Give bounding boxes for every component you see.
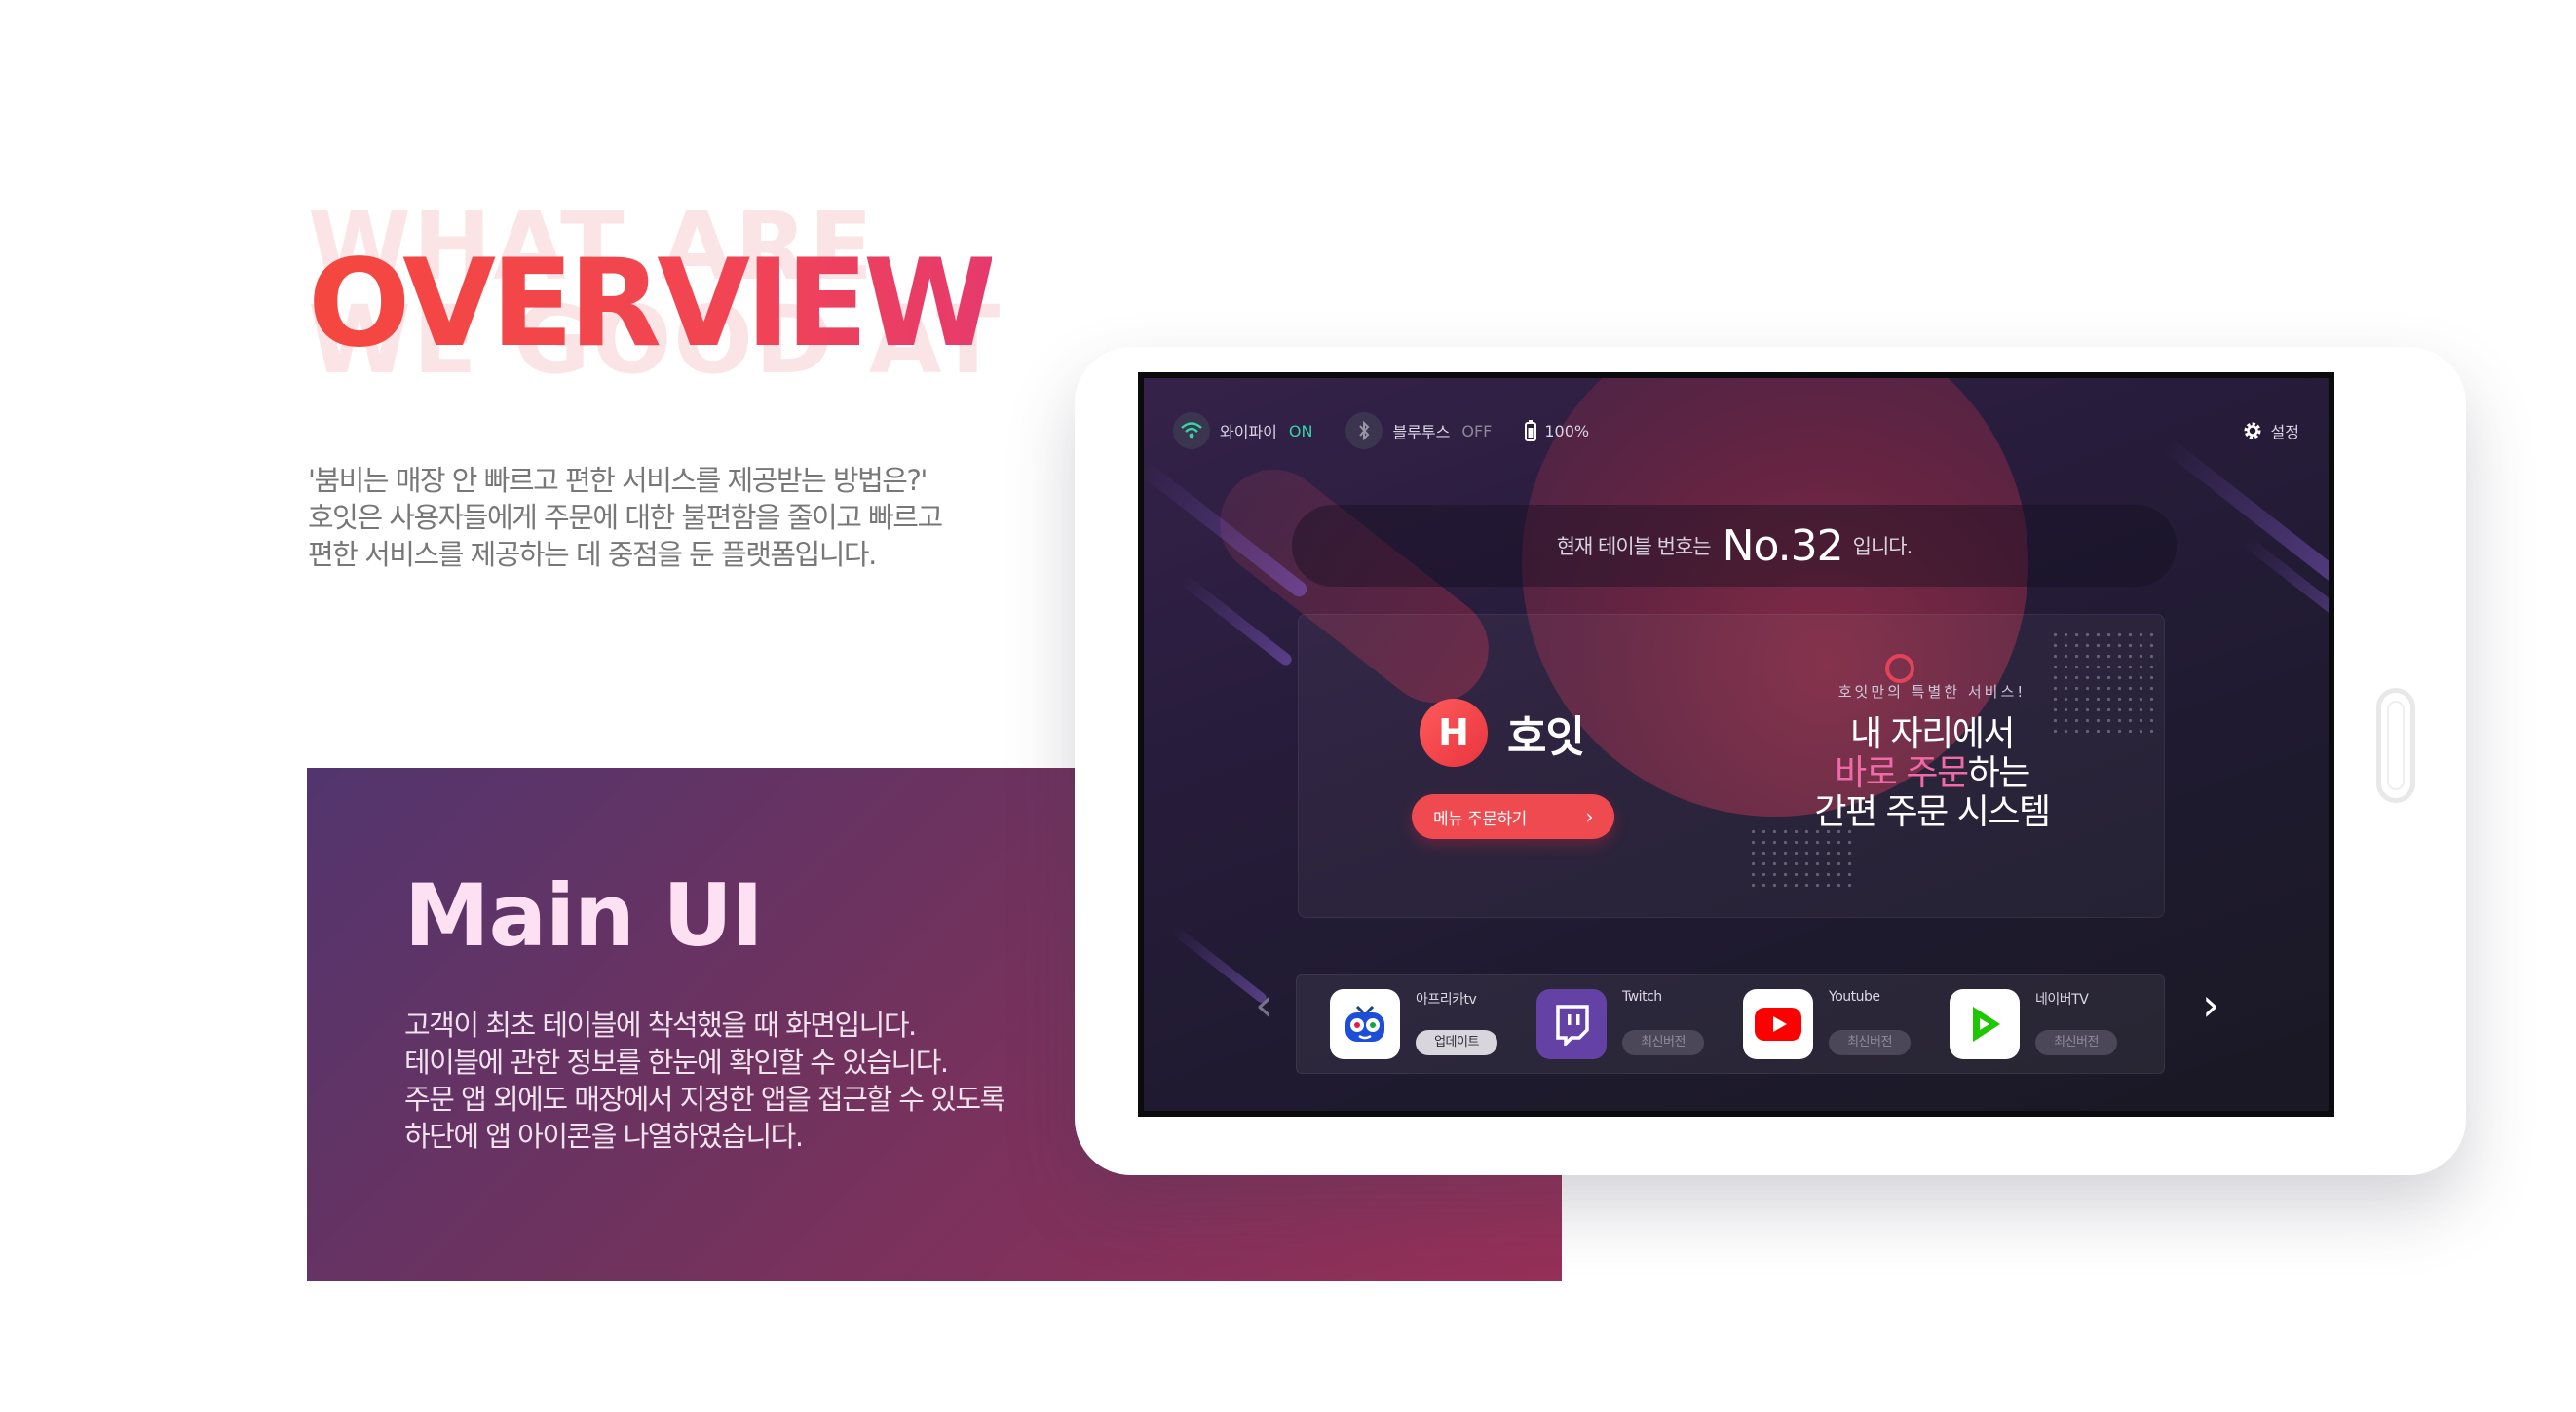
promo-text: 호잇만의 특별한 서비스! 내 자리에서 바로 주문하는 간편 주문 시스템: [1786, 654, 2078, 832]
app-name: Youtube: [1829, 989, 1880, 1005]
app-name: Twitch: [1622, 989, 1662, 1005]
decorative-streak: [1144, 461, 1310, 600]
promo-line: 간편 주문 시스템: [1814, 792, 2051, 832]
order-menu-button[interactable]: 메뉴 주문하기 ›: [1412, 794, 1614, 839]
status-bar: 와이파이 ON 블루투스 OFF 100% 설정: [1173, 411, 2299, 450]
app-afreecatv[interactable]: 아프리카tv 업데이트: [1330, 975, 1536, 1073]
tablet-screen: 와이파이 ON 블루투스 OFF 100% 설정 현재 테이블 번호는 No.3…: [1138, 372, 2334, 1117]
table-number-suffix: 입니다.: [1852, 535, 1913, 558]
battery-icon: [1525, 420, 1537, 441]
description-line: 고객이 최초 테이블에 착석했을 때 화면입니다.: [404, 1009, 917, 1042]
app-version-badge: 최신버전: [1622, 1030, 1704, 1055]
bluetooth-icon: [1345, 412, 1383, 449]
brand-name: 호잇: [1507, 712, 1585, 762]
circle-decor-icon: [1885, 654, 1914, 683]
prev-apps-button[interactable]: ‹: [1255, 982, 1272, 1027]
intro-line: 호잇은 사용자들에게 주문에 대한 불편함을 줄이고 빠르고: [308, 501, 943, 534]
tablet-home-button[interactable]: [2376, 688, 2415, 803]
battery-level: 100%: [1544, 421, 1590, 440]
app-youtube[interactable]: Youtube 최신버전: [1743, 975, 1950, 1073]
order-menu-label: 메뉴 주문하기: [1433, 809, 1527, 829]
app-name: 네이버TV: [2035, 992, 2089, 1008]
decorative-streak: [2162, 438, 2329, 595]
app-meta: Youtube 최신버전: [1829, 989, 1936, 1059]
decorative-streak: [2241, 535, 2329, 641]
twitch-icon: [1536, 989, 1607, 1059]
app-update-badge[interactable]: 업데이트: [1416, 1030, 1497, 1055]
hoit-logo-icon: H: [1420, 699, 1488, 767]
youtube-icon: [1743, 989, 1813, 1059]
next-apps-button[interactable]: ›: [2202, 982, 2219, 1027]
description-line: 테이블에 관한 정보를 한눈에 확인할 수 있습니다.: [404, 1046, 949, 1079]
app-name: 아프리카tv: [1416, 992, 1477, 1008]
afreecatv-icon: [1330, 989, 1400, 1059]
decorative-streak: [1179, 574, 1295, 668]
description-line: 하단에 앱 아이콘을 나열하였습니다.: [404, 1120, 804, 1153]
app-twitch[interactable]: Twitch 최신버전: [1536, 975, 1743, 1073]
promo-highlight: 바로 주문: [1835, 753, 1969, 793]
main-ui-description: 고객이 최초 테이블에 착석했을 때 화면입니다. 테이블에 관한 정보를 한눈…: [404, 1007, 1106, 1155]
wifi-status[interactable]: 와이파이 ON: [1173, 412, 1312, 449]
bluetooth-label: 블루투스: [1392, 423, 1451, 441]
bluetooth-status[interactable]: 블루투스 OFF: [1345, 412, 1492, 449]
intro-text: '붐비는 매장 안 빠르고 편한 서비스를 제공받는 방법은?' 호잇은 사용자…: [308, 462, 1048, 573]
main-ui-title: Main UI: [404, 865, 764, 966]
table-number: No.32: [1722, 520, 1844, 571]
settings-label: 설정: [2270, 423, 2299, 441]
intro-line: 편한 서비스를 제공하는 데 중점을 둔 플랫폼입니다.: [308, 538, 877, 571]
table-number-bar: 현재 테이블 번호는 No.32 입니다.: [1292, 505, 2177, 587]
settings-button[interactable]: 설정: [2242, 419, 2299, 442]
gear-icon: [2244, 422, 2261, 439]
app-meta: 아프리카tv 업데이트: [1416, 989, 1523, 1059]
chevron-right-icon: ›: [1585, 805, 1594, 828]
hero-banner: H 호잇 메뉴 주문하기 › 호잇만의 특별한 서비스! 내 자리에서 바로 주…: [1298, 614, 2165, 918]
app-tray: 아프리카tv 업데이트 Twitch 최신버전 Youtube 최신버전 네이버…: [1296, 974, 2165, 1074]
brand: H 호잇: [1420, 699, 1585, 767]
page-heading: OVERVIEW: [308, 234, 997, 374]
wifi-label: 와이파이: [1220, 423, 1277, 441]
decorative-streak: [1169, 925, 1269, 1005]
app-version-badge: 최신버전: [1829, 1030, 1911, 1055]
app-navertv[interactable]: 네이버TV 최신버전: [1950, 975, 2156, 1073]
bluetooth-state: OFF: [1461, 421, 1493, 440]
wifi-icon: [1173, 412, 1210, 449]
promo-line: 바로 주문하는: [1786, 754, 2078, 793]
table-number-prefix: 현재 테이블 번호는: [1556, 535, 1712, 558]
navertv-icon: [1950, 989, 2020, 1059]
intro-line: '붐비는 매장 안 빠르고 편한 서비스를 제공받는 방법은?': [308, 464, 928, 497]
description-line: 주문 앱 외에도 매장에서 지정한 앱을 접근할 수 있도록: [404, 1083, 1005, 1116]
promo-line: 내 자리에서: [1849, 714, 2016, 754]
wifi-state: ON: [1288, 421, 1313, 440]
promo-headline: 내 자리에서 바로 주문하는 간편 주문 시스템: [1786, 715, 2078, 832]
promo-line-rest: 하는: [1967, 753, 2031, 793]
battery-status: 100%: [1525, 420, 1589, 441]
app-version-badge: 최신버전: [2035, 1030, 2117, 1055]
promo-subtitle: 호잇만의 특별한 서비스!: [1837, 683, 2027, 701]
app-meta: Twitch 최신버전: [1622, 989, 1729, 1059]
app-meta: 네이버TV 최신버전: [2035, 989, 2142, 1059]
